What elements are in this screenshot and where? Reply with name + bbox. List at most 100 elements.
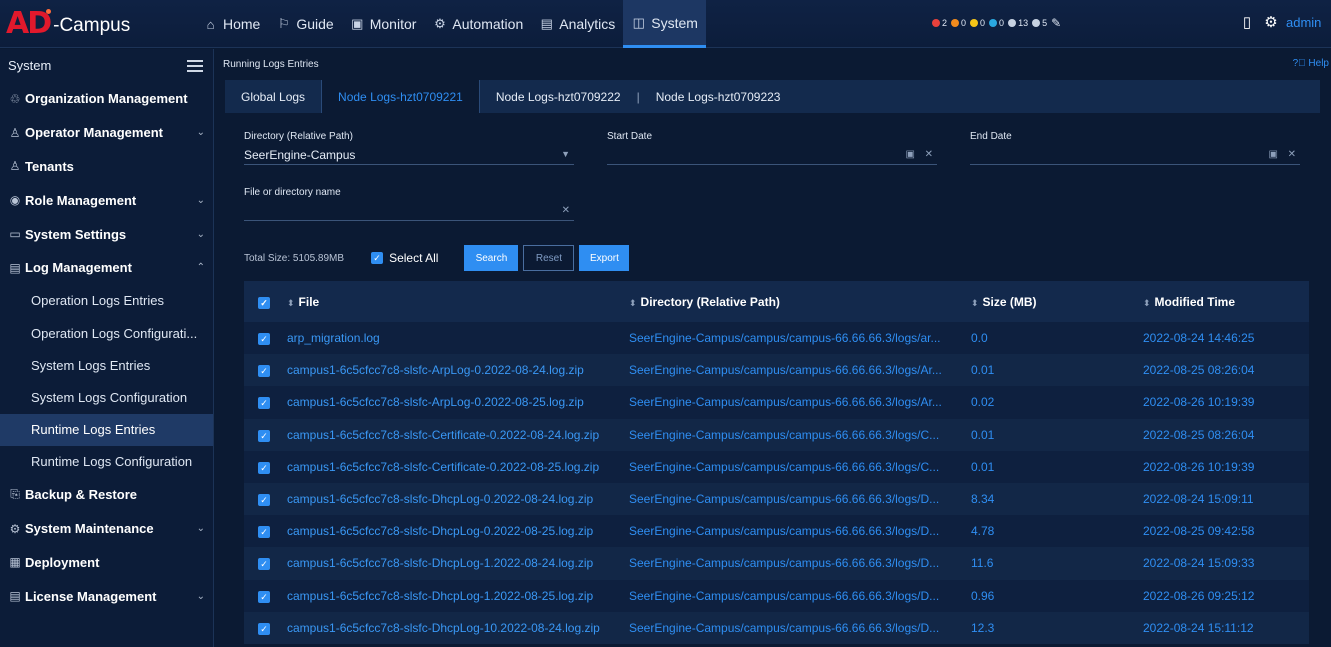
end-date-field[interactable]: ▣ ✕	[970, 146, 1300, 165]
sidebar-subitem[interactable]: Runtime Logs Configuration	[0, 446, 213, 478]
header-checkbox[interactable]: ✓	[244, 295, 287, 309]
sidebar-subitem[interactable]: Operation Logs Configurati...	[0, 317, 213, 349]
alarm-count[interactable]: 0	[951, 18, 966, 28]
nav-analytics[interactable]: ▤ Analytics	[531, 0, 623, 48]
help-link[interactable]: ?⃝ Help	[1293, 58, 1329, 69]
gear-icon[interactable]: ⚙	[1262, 12, 1280, 32]
nav-system[interactable]: ◫ System	[623, 0, 706, 48]
chevron-icon[interactable]: ⌄	[197, 523, 205, 534]
checkbox-checked-icon[interactable]: ✓	[258, 590, 270, 603]
checkbox-checked-icon[interactable]: ✓	[258, 429, 270, 442]
sidebar-subitem[interactable]: Operation Logs Entries	[0, 285, 213, 317]
export-button[interactable]: Export	[579, 245, 630, 271]
checkbox-checked-icon[interactable]: ✓	[258, 558, 270, 571]
clear-icon[interactable]: ✕	[925, 149, 933, 160]
table-row[interactable]: ✓ campus1-6c5cfcc7c8-slsfc-DhcpLog-1.2022…	[244, 579, 1309, 612]
table-row[interactable]: ✓ campus1-6c5cfcc7c8-slsfc-ArpLog-0.2022-…	[244, 354, 1309, 387]
checkbox-checked-icon[interactable]: ✓	[258, 461, 270, 474]
directory-select[interactable]: Directory (Relative Path) SeerEngine-Cam…	[244, 131, 574, 165]
nav-monitor[interactable]: ▣ Monitor	[342, 0, 425, 48]
sidebar-item-tenants[interactable]: ♙ Tenants	[0, 150, 213, 184]
alarm-summary[interactable]: 2 0 0 0 13 5 ✎	[932, 16, 1061, 30]
chevron-icon[interactable]: ⌄	[197, 229, 205, 240]
table-row[interactable]: ✓ campus1-6c5cfcc7c8-slsfc-DhcpLog-10.202…	[244, 611, 1309, 644]
table-row[interactable]: ✓ campus1-6c5cfcc7c8-slsfc-DhcpLog-1.2022…	[244, 547, 1309, 580]
alarm-count[interactable]: 0	[970, 18, 985, 28]
directory-field[interactable]: SeerEngine-Campus ▼	[244, 146, 574, 165]
end-date-picker[interactable]: End Date ▣ ✕	[970, 131, 1300, 165]
calendar-icon[interactable]: ▣	[1269, 149, 1278, 160]
collapse-menu-icon[interactable]	[187, 59, 203, 72]
file-name-link[interactable]: campus1-6c5cfcc7c8-slsfc-Certificate-0.2…	[287, 428, 629, 442]
sort-icon[interactable]: ⬍	[971, 298, 979, 308]
checkbox-checked-icon[interactable]: ✓	[258, 333, 270, 346]
checkbox-checked-icon[interactable]: ✓	[258, 296, 270, 309]
row-checkbox[interactable]: ✓	[244, 621, 287, 635]
nav-guide[interactable]: ⚐ Guide	[268, 0, 341, 48]
file-name-link[interactable]: campus1-6c5cfcc7c8-slsfc-DhcpLog-1.2022-…	[287, 589, 629, 603]
clear-icon[interactable]: ✕	[562, 205, 570, 216]
sidebar-item-backup-restore[interactable]: ⎘ Backup & Restore	[0, 478, 213, 512]
column-header[interactable]: ⬍ Modified Time	[1143, 295, 1309, 309]
chevron-icon[interactable]: ⌄	[197, 127, 205, 138]
table-row[interactable]: ✓ campus1-6c5cfcc7c8-slsfc-Certificate-0.…	[244, 450, 1309, 483]
chevron-icon[interactable]: ⌄	[197, 195, 205, 206]
alarm-count[interactable]: 13	[1008, 18, 1028, 28]
tab-node-logs-hzt0709221[interactable]: Node Logs-hzt0709221	[321, 80, 480, 113]
nav-automation[interactable]: ⚙ Automation	[424, 0, 531, 48]
table-row[interactable]: ✓ arp_migration.log SeerEngine-Campus/camp…	[244, 322, 1309, 355]
row-checkbox[interactable]: ✓	[244, 363, 287, 378]
document-icon[interactable]: ▯	[1238, 12, 1256, 32]
tab-node-logs-hzt0709222[interactable]: Node Logs-hzt0709222	[480, 80, 637, 113]
row-checkbox[interactable]: ✓	[244, 492, 287, 507]
filename-input[interactable]: ✕	[244, 202, 574, 221]
filename-filter[interactable]: File or directory name ✕	[244, 187, 574, 221]
table-row[interactable]: ✓ campus1-6c5cfcc7c8-slsfc-DhcpLog-0.2022…	[244, 482, 1309, 516]
file-name-link[interactable]: campus1-6c5cfcc7c8-slsfc-DhcpLog-10.2022…	[287, 621, 629, 635]
tab-global-logs[interactable]: Global Logs	[225, 80, 321, 113]
sidebar-item-organization-management[interactable]: ♲ Organization Management	[0, 82, 213, 116]
reset-button[interactable]: Reset	[523, 245, 575, 271]
clear-icon[interactable]: ✕	[1288, 149, 1296, 160]
checkbox-checked-icon[interactable]: ✓	[258, 397, 270, 410]
sidebar-item-system-maintenance[interactable]: ⚙ System Maintenance ⌄	[0, 512, 213, 546]
file-name-link[interactable]: arp_migration.log	[287, 331, 629, 345]
user-menu[interactable]: admin	[1286, 15, 1321, 30]
table-row[interactable]: ✓ campus1-6c5cfcc7c8-slsfc-Certificate-0.…	[244, 418, 1309, 451]
select-all-checkbox[interactable]: ✓ Select All	[371, 251, 438, 265]
sidebar-item-operator-management[interactable]: ♙ Operator Management ⌄	[0, 116, 213, 150]
start-date-field[interactable]: ▣ ✕	[607, 146, 937, 165]
calendar-icon[interactable]: ▣	[906, 149, 915, 160]
sidebar-subitem[interactable]: System Logs Configuration	[0, 381, 213, 413]
checkbox-checked-icon[interactable]: ✓	[258, 365, 270, 378]
row-checkbox[interactable]: ✓	[244, 589, 287, 603]
column-header[interactable]: ⬍ Directory (Relative Path)	[629, 295, 971, 309]
app-logo[interactable]: AD -Campus	[6, 9, 130, 39]
sort-icon[interactable]: ⬍	[629, 298, 637, 308]
chevron-icon[interactable]: ⌄	[197, 591, 205, 602]
alarm-count[interactable]: 0	[989, 18, 1004, 28]
table-row[interactable]: ✓ campus1-6c5cfcc7c8-slsfc-DhcpLog-0.2022…	[244, 515, 1309, 548]
file-name-link[interactable]: campus1-6c5cfcc7c8-slsfc-ArpLog-0.2022-0…	[287, 395, 629, 409]
row-checkbox[interactable]: ✓	[244, 331, 287, 346]
file-name-link[interactable]: campus1-6c5cfcc7c8-slsfc-DhcpLog-0.2022-…	[287, 524, 629, 538]
row-checkbox[interactable]: ✓	[244, 556, 287, 571]
checkbox-checked-icon[interactable]: ✓	[258, 526, 270, 539]
chevron-icon[interactable]: ⌃	[197, 262, 205, 273]
row-checkbox[interactable]: ✓	[244, 460, 287, 474]
tools-icon[interactable]: ✎	[1051, 16, 1061, 30]
sidebar-item-license-management[interactable]: ▤ License Management ⌄	[0, 579, 213, 613]
column-header[interactable]: ⬍ File	[287, 295, 629, 309]
row-checkbox[interactable]: ✓	[244, 524, 287, 539]
row-checkbox[interactable]: ✓	[244, 428, 287, 442]
table-row[interactable]: ✓ campus1-6c5cfcc7c8-slsfc-ArpLog-0.2022-…	[244, 386, 1309, 419]
sort-icon[interactable]: ⬍	[287, 298, 295, 308]
start-date-picker[interactable]: Start Date ▣ ✕	[607, 131, 937, 165]
column-header[interactable]: ⬍ Size (MB)	[971, 295, 1143, 309]
search-button[interactable]: Search	[464, 245, 519, 271]
file-name-link[interactable]: campus1-6c5cfcc7c8-slsfc-DhcpLog-1.2022-…	[287, 556, 629, 570]
file-name-link[interactable]: campus1-6c5cfcc7c8-slsfc-Certificate-0.2…	[287, 460, 629, 474]
sidebar-item-system-settings[interactable]: ▭ System Settings ⌄	[0, 217, 213, 251]
tab-node-logs-hzt0709223[interactable]: Node Logs-hzt0709223	[640, 80, 797, 113]
nav-home[interactable]: ⌂ Home	[195, 0, 268, 48]
